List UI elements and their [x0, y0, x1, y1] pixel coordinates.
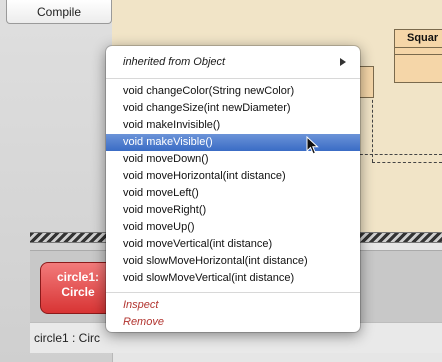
class-divider — [395, 54, 442, 55]
menu-separator — [106, 292, 360, 293]
menu-item-method[interactable]: void changeColor(String newColor) — [106, 83, 360, 100]
menu-item-method[interactable]: void makeInvisible() — [106, 117, 360, 134]
object-name: circle1: — [56, 270, 100, 284]
menu-item-inherited-from-object[interactable]: inherited from Object — [106, 51, 360, 73]
menu-item-method[interactable]: void moveDown() — [106, 151, 360, 168]
object-circle1[interactable]: circle1: Circle — [40, 262, 116, 314]
menu-item-method[interactable]: void moveVertical(int distance) — [106, 236, 360, 253]
menu-item-method[interactable]: void moveHorizontal(int distance) — [106, 168, 360, 185]
dependency-arrow — [372, 162, 442, 163]
menu-item-inspect[interactable]: Inspect — [106, 297, 360, 314]
menu-item-method[interactable]: void changeSize(int newDiameter) — [106, 100, 360, 117]
status-text: circle1 : Circ — [34, 331, 101, 345]
submenu-arrow-icon — [340, 58, 346, 66]
class-name: Squar — [395, 30, 442, 48]
menu-item-method[interactable]: void makeVisible() — [106, 134, 360, 151]
mouse-pointer-icon — [306, 136, 319, 155]
method-list: void changeColor(String newColor) void ch… — [106, 83, 360, 287]
compile-button[interactable]: Compile — [6, 0, 112, 24]
dependency-arrow — [350, 154, 442, 155]
menu-separator — [106, 78, 360, 79]
menu-item-remove[interactable]: Remove — [106, 314, 360, 331]
menu-item-method[interactable]: void slowMoveHorizontal(int distance) — [106, 253, 360, 270]
menu-item-method[interactable]: void slowMoveVertical(int distance) — [106, 270, 360, 287]
object-type: Circle — [61, 285, 95, 299]
menu-item-label: inherited from Object — [123, 56, 226, 68]
menu-item-method[interactable]: void moveLeft() — [106, 185, 360, 202]
context-menu: inherited from Object void changeColor(S… — [106, 46, 360, 332]
dependency-arrow — [372, 90, 373, 162]
menu-item-method[interactable]: void moveUp() — [106, 219, 360, 236]
class-box-square[interactable]: Squar — [394, 29, 442, 83]
menu-item-method[interactable]: void moveRight() — [106, 202, 360, 219]
